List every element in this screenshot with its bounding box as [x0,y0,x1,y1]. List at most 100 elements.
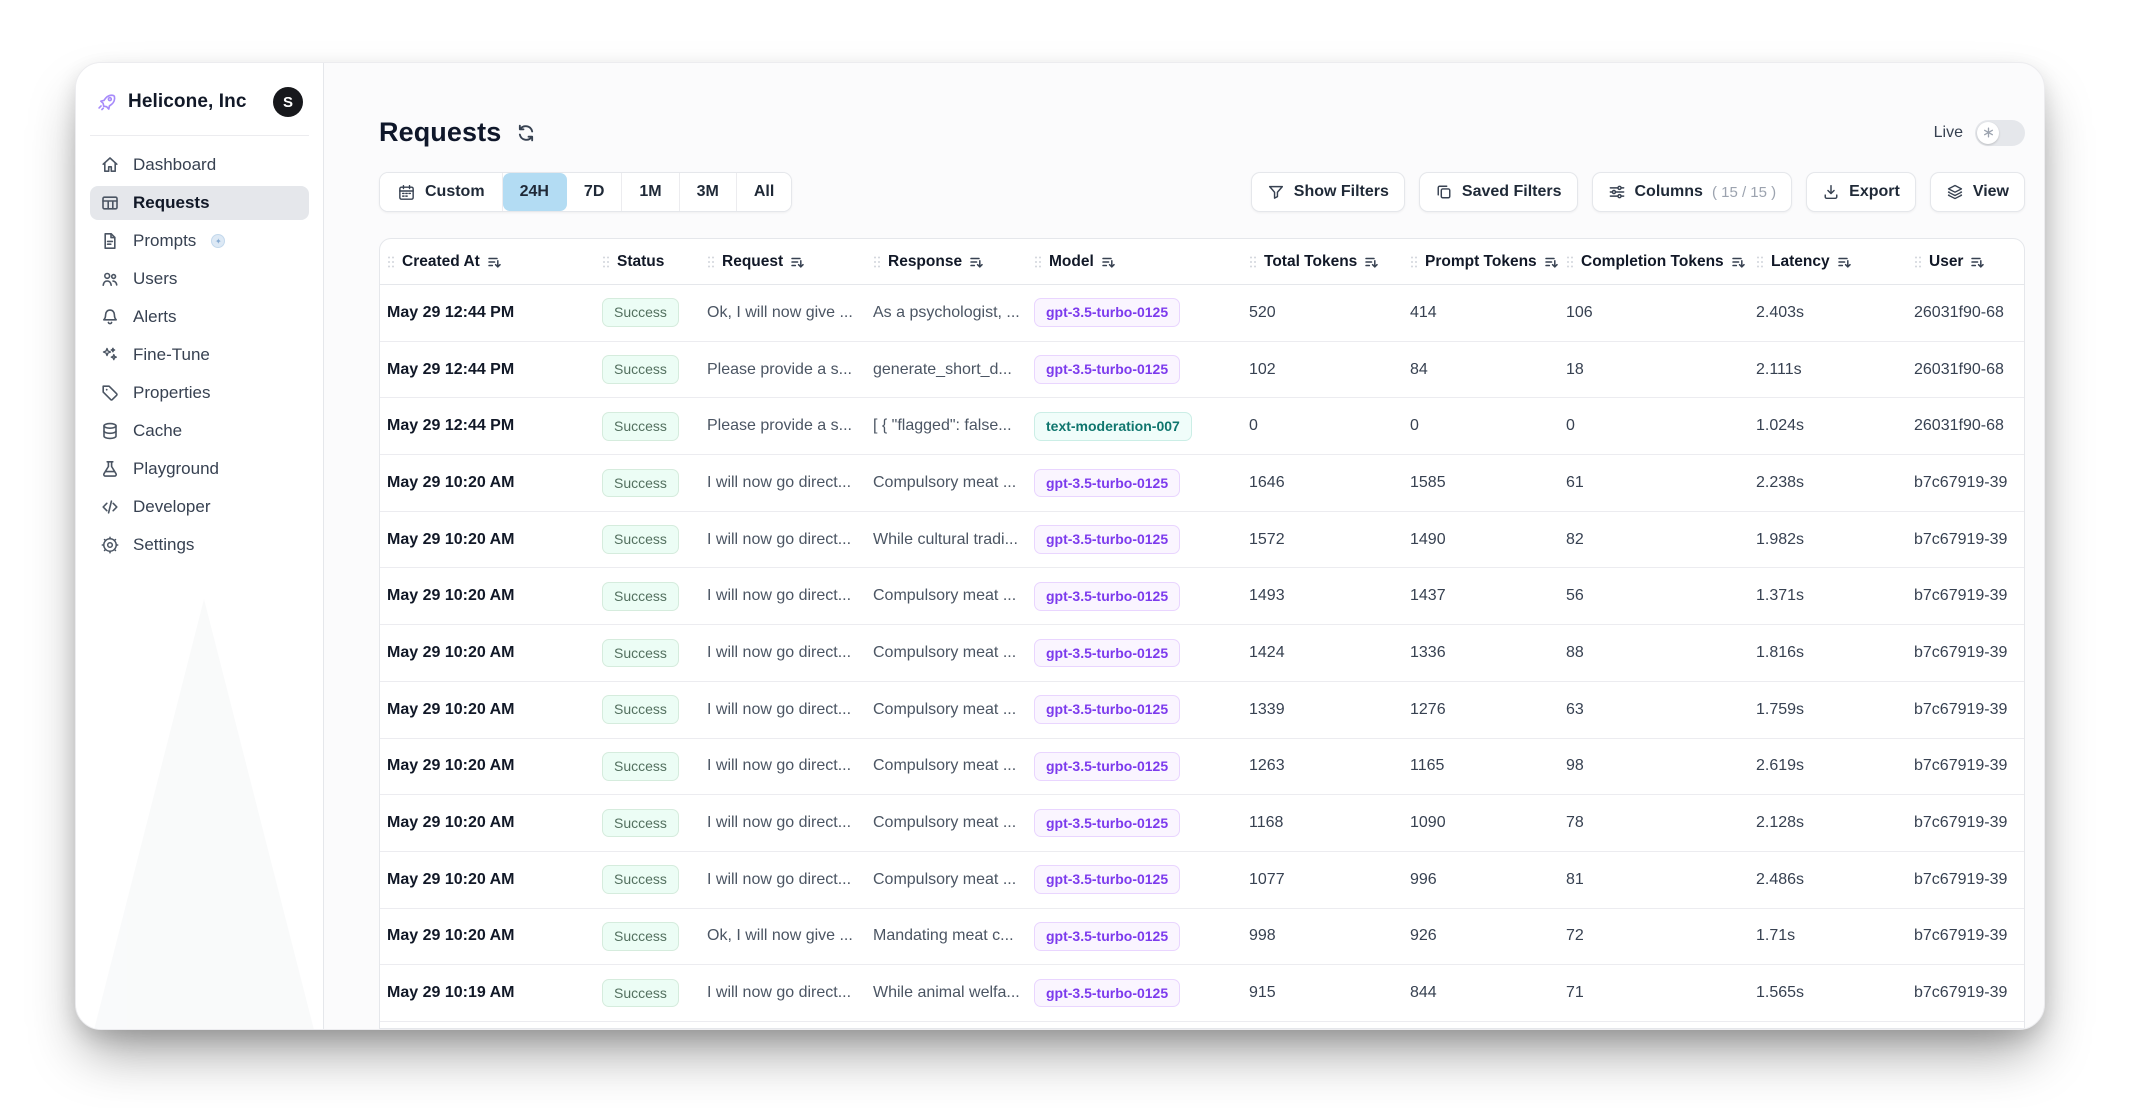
created-at-cell: May 29 10:20 AM [387,757,602,775]
sort-icon[interactable] [487,255,501,269]
time-range-custom-button[interactable]: Custom [380,173,503,211]
latency-cell: 1.371s [1756,587,1914,605]
column-header-response[interactable]: Response [873,253,1034,271]
table-row[interactable]: May 29 10:20 AM Success I will now go di… [380,682,2024,739]
column-header-created-at[interactable]: Created At [387,253,602,271]
column-header-completion-tokens[interactable]: Completion Tokens [1566,253,1756,271]
model-cell: text-moderation-007 [1034,412,1249,441]
flask-icon [100,459,120,479]
table-row[interactable]: May 29 10:19 AM Success I will now go di… [380,965,2024,1022]
prompt-tokens-cell: 1490 [1410,531,1566,549]
status-badge: Success [602,752,679,781]
table-row[interactable]: May 29 10:20 AM Success Ok, I will now g… [380,909,2024,966]
saved-filters-button[interactable]: Saved Filters [1419,172,1578,212]
sidebar-item-users[interactable]: Users [90,262,309,296]
sort-icon[interactable] [969,255,983,269]
time-range-7d[interactable]: 7D [567,173,622,211]
response-cell: Mandating meat c... [873,927,1034,945]
time-range-3m[interactable]: 3M [680,173,737,211]
total-tokens-cell: 1263 [1249,757,1410,775]
column-header-total-tokens[interactable]: Total Tokens [1249,253,1410,271]
completion-tokens-cell: 0 [1566,417,1756,435]
table-row[interactable]: May 29 10:20 AM Success I will now go di… [380,568,2024,625]
prompt-tokens-cell: 1090 [1410,814,1566,832]
view-button[interactable]: View [1930,172,2025,212]
sidebar-item-settings[interactable]: Settings [90,528,309,562]
refresh-icon[interactable] [515,122,537,144]
page-title: Requests [379,117,501,148]
sidebar-item-label: Cache [133,421,182,441]
column-header-request[interactable]: Request [707,253,873,271]
drag-handle-icon[interactable] [1410,255,1418,269]
sidebar-item-properties[interactable]: Properties [90,376,309,410]
model-badge: gpt-3.5-turbo-0125 [1034,525,1180,554]
sidebar-item-prompts[interactable]: Prompts ✦ [90,224,309,258]
model-cell: gpt-3.5-turbo-0125 [1034,582,1249,611]
sidebar-item-requests[interactable]: Requests [90,186,309,220]
table-row[interactable]: May 29 12:44 PM Success Ok, I will now g… [380,285,2024,342]
drag-handle-icon[interactable] [873,255,881,269]
column-header-model[interactable]: Model [1034,253,1249,271]
status-cell: Success [602,809,707,838]
sidebar-item-developer[interactable]: Developer [90,490,309,524]
live-toggle[interactable] [1975,120,2025,146]
sort-icon[interactable] [790,255,804,269]
table-row[interactable]: May 29 12:44 PM Success Please provide a… [380,342,2024,399]
table-row[interactable]: May 29 10:20 AM Success I will now go di… [380,512,2024,569]
sidebar-item-fine-tune[interactable]: Fine-Tune [90,338,309,372]
sort-icon[interactable] [1101,255,1115,269]
drag-handle-icon[interactable] [387,255,395,269]
user-cell: b7c67919-39 [1914,927,2024,945]
response-cell: generate_short_d... [873,361,1034,379]
columns-count: ( 15 / 15 ) [1712,184,1776,201]
latency-cell: 2.111s [1756,361,1914,379]
table-row[interactable]: May 29 10:20 AM Success I will now go di… [380,852,2024,909]
sort-icon[interactable] [1731,255,1745,269]
total-tokens-cell: 102 [1249,361,1410,379]
drag-handle-icon[interactable] [1249,255,1257,269]
model-badge: gpt-3.5-turbo-0125 [1034,582,1180,611]
table-row[interactable]: May 29 10:20 AM Success I will now go di… [380,455,2024,512]
completion-tokens-cell: 82 [1566,531,1756,549]
sort-icon[interactable] [1970,255,1984,269]
status-badge: Success [602,639,679,668]
time-range-24h[interactable]: 24H [503,173,567,211]
created-at-cell: May 29 10:20 AM [387,474,602,492]
sort-icon[interactable] [1837,255,1851,269]
model-badge: text-moderation-007 [1034,412,1192,441]
columns-button[interactable]: Columns ( 15 / 15 ) [1592,172,1793,212]
time-range-1m[interactable]: 1M [622,173,679,211]
completion-tokens-cell: 71 [1566,984,1756,1002]
table-row[interactable]: May 29 12:44 PM Success Please provide a… [380,398,2024,455]
drag-handle-icon[interactable] [1756,255,1764,269]
column-header-prompt-tokens[interactable]: Prompt Tokens [1410,253,1566,271]
drag-handle-icon[interactable] [602,255,610,269]
sidebar-item-cache[interactable]: Cache [90,414,309,448]
drag-handle-icon[interactable] [707,255,715,269]
column-header-status[interactable]: Status [602,253,707,271]
column-header-latency[interactable]: Latency [1756,253,1914,271]
show-filters-button[interactable]: Show Filters [1251,172,1405,212]
sidebar-item-alerts[interactable]: Alerts [90,300,309,334]
table-row[interactable]: May 29 10:20 AM Success I will now go di… [380,625,2024,682]
drag-handle-icon[interactable] [1034,255,1042,269]
created-at-cell: May 29 10:19 AM [387,984,602,1002]
org-switcher[interactable]: Helicone, Inc S [90,85,309,136]
sort-icon[interactable] [1364,255,1378,269]
model-cell: gpt-3.5-turbo-0125 [1034,469,1249,498]
export-button[interactable]: Export [1806,172,1916,212]
column-header-user[interactable]: User [1914,253,2024,271]
sidebar-item-playground[interactable]: Playground [90,452,309,486]
table-row[interactable]: May 29 10:20 AM Success I will now go di… [380,795,2024,852]
created-at-cell: May 29 12:44 PM [387,304,602,322]
total-tokens-cell: 1077 [1249,871,1410,889]
drag-handle-icon[interactable] [1914,255,1922,269]
sidebar-item-label: Settings [133,535,194,555]
sort-icon[interactable] [1544,255,1558,269]
model-badge: gpt-3.5-turbo-0125 [1034,469,1180,498]
time-range-all[interactable]: All [737,173,791,211]
avatar[interactable]: S [273,87,303,117]
table-row[interactable]: May 29 10:20 AM Success I will now go di… [380,739,2024,796]
sidebar-item-dashboard[interactable]: Dashboard [90,148,309,182]
drag-handle-icon[interactable] [1566,255,1574,269]
